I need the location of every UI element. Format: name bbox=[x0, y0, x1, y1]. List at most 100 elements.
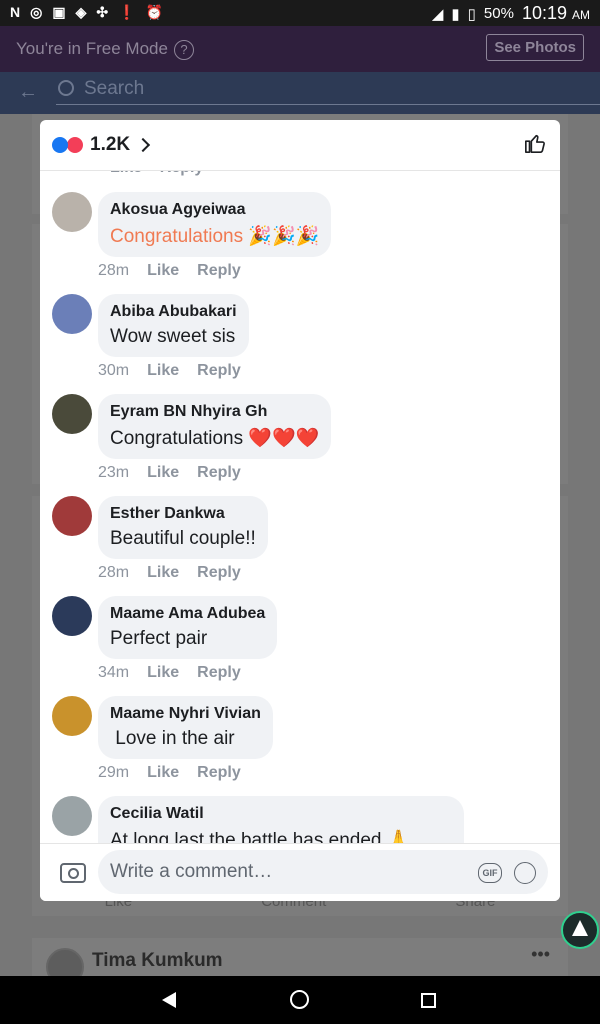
reaction-summary[interactable]: 1.2K bbox=[52, 134, 151, 156]
comment-meta: 23m Like Reply bbox=[98, 464, 241, 482]
app-n-icon: N bbox=[10, 4, 21, 20]
comment-author[interactable]: Maame Nyhri Vivian bbox=[110, 705, 261, 723]
avatar[interactable] bbox=[52, 496, 92, 536]
clock-time: 10:19 bbox=[521, 3, 567, 23]
nav-home-icon[interactable] bbox=[290, 990, 309, 1009]
love-reaction-icon bbox=[66, 136, 84, 154]
comment-time: 34m bbox=[98, 664, 130, 681]
sim-icon: ▮ bbox=[451, 5, 460, 23]
comment-bubble[interactable]: Maame Ama Adubea Perfect pair bbox=[98, 596, 278, 659]
more-options-icon[interactable]: ••• bbox=[531, 944, 550, 965]
gif-icon[interactable]: GIF bbox=[478, 863, 502, 883]
reply-link[interactable]: Reply bbox=[197, 464, 241, 482]
comment-bubble[interactable]: Akosua Agyeiwaa Congratulations 🎉🎉🎉 bbox=[98, 192, 332, 257]
comment-meta: 29m Like Reply bbox=[98, 764, 241, 782]
comment-meta: 28m Like Reply bbox=[98, 564, 241, 582]
help-icon[interactable]: ? bbox=[173, 40, 194, 60]
pinwheel-icon: ✣ bbox=[96, 4, 109, 20]
free-mode-label: You're in Free Mode bbox=[16, 39, 168, 58]
free-mode-banner: You're in Free Mode? See Photos bbox=[0, 26, 600, 72]
search-input[interactable]: Search bbox=[56, 78, 600, 105]
like-link[interactable]: Like bbox=[147, 664, 179, 682]
like-link[interactable]: Like bbox=[147, 764, 179, 782]
like-link[interactable]: Like bbox=[147, 362, 179, 380]
comment-time: 29m bbox=[98, 764, 130, 781]
avatar[interactable] bbox=[52, 394, 92, 434]
comment-text: Beautiful couple!! bbox=[110, 528, 256, 549]
alarm-icon: ⏰ bbox=[145, 4, 163, 20]
emoji-icon[interactable] bbox=[514, 862, 536, 884]
nav-back-icon[interactable] bbox=[162, 992, 176, 1008]
avatar[interactable] bbox=[52, 796, 92, 836]
comment-text: Perfect pair bbox=[110, 628, 208, 649]
like-reaction-icon bbox=[52, 137, 68, 153]
reply-link[interactable]: Reply bbox=[197, 564, 241, 582]
back-arrow-icon[interactable]: ← bbox=[18, 81, 38, 104]
comment-meta: 34m Like Reply bbox=[98, 664, 241, 682]
reply-link[interactable]: Reply bbox=[160, 171, 204, 176]
avatar[interactable] bbox=[52, 294, 92, 334]
comment-text: Love in the air bbox=[110, 728, 235, 749]
clock-ampm: AM bbox=[572, 8, 590, 22]
thumbs-up-icon[interactable] bbox=[524, 132, 546, 154]
search-bar: ← Search bbox=[0, 72, 600, 114]
avatar[interactable] bbox=[52, 696, 92, 736]
clock: 10:19 AM bbox=[522, 3, 590, 24]
next-post-author[interactable]: Tima Kumkum bbox=[92, 950, 223, 972]
battery-percent: 50% bbox=[483, 5, 514, 22]
comment-author[interactable]: Cecilia Watil bbox=[110, 805, 452, 823]
modal-header: 1.2K bbox=[40, 120, 560, 171]
comment-text: At long last the battle has ended 🙏 bbox=[110, 830, 411, 843]
comment-time: 28m bbox=[98, 564, 130, 581]
comment-text: Wow sweet sis bbox=[110, 326, 236, 347]
chevron-right-icon bbox=[136, 137, 151, 153]
comment-placeholder: Write a comment… bbox=[110, 861, 273, 882]
like-link[interactable]: Like bbox=[147, 464, 179, 482]
comment-text: Congratulations ❤️❤️❤️ bbox=[110, 428, 320, 449]
like-link[interactable]: Like bbox=[147, 564, 179, 582]
signal-icon: ◢ bbox=[431, 5, 444, 23]
reaction-count: 1.2K bbox=[90, 134, 131, 155]
comment-meta: 30m Like Reply bbox=[98, 362, 241, 380]
free-mode-text: You're in Free Mode? bbox=[16, 39, 194, 60]
image-icon: ▣ bbox=[52, 4, 66, 20]
comment-author[interactable]: Abiba Abubakari bbox=[110, 303, 237, 321]
comment-bubble[interactable]: Eyram BN Nhyira Gh Congratulations ❤️❤️❤… bbox=[98, 394, 332, 459]
reply-link[interactable]: Reply bbox=[197, 664, 241, 682]
previous-comment-meta: Like Reply bbox=[110, 171, 203, 177]
reply-link[interactable]: Reply bbox=[197, 764, 241, 782]
status-bar: N ◎ ▣ ◈ ✣ ❗ ⏰ ◢ ▮ ▯ 50% 10:19 AM bbox=[0, 0, 600, 26]
comment-author[interactable]: Eyram BN Nhyira Gh bbox=[110, 403, 319, 421]
reply-link[interactable]: Reply bbox=[197, 362, 241, 380]
alert-icon: ❗ bbox=[118, 4, 136, 20]
like-link[interactable]: Like bbox=[110, 171, 142, 176]
next-post-header: Tima Kumkum ••• bbox=[32, 938, 568, 986]
comment-list[interactable]: Like Reply Akosua Agyeiwaa Congratulatio… bbox=[40, 171, 560, 843]
comment-time: 28m bbox=[98, 262, 130, 279]
comment-composer: Write a comment… GIF bbox=[40, 843, 560, 901]
comment-author[interactable]: Akosua Agyeiwaa bbox=[110, 201, 319, 219]
comment-input[interactable]: Write a comment… GIF bbox=[98, 850, 548, 894]
nav-recents-icon[interactable] bbox=[421, 993, 436, 1008]
comment-meta: 28m Like Reply bbox=[98, 262, 241, 280]
notification-icons: N ◎ ▣ ◈ ✣ ❗ ⏰ bbox=[10, 4, 163, 21]
android-nav-bar bbox=[0, 976, 600, 1024]
comment-bubble[interactable]: Cecilia Watil At long last the battle ha… bbox=[98, 796, 464, 843]
camera-icon[interactable] bbox=[60, 863, 86, 883]
like-link[interactable]: Like bbox=[147, 262, 179, 280]
battery-icon: ▯ bbox=[467, 5, 476, 23]
avatar[interactable] bbox=[52, 192, 92, 232]
floating-app-button[interactable] bbox=[561, 911, 599, 949]
see-photos-button[interactable]: See Photos bbox=[486, 34, 584, 61]
comment-bubble[interactable]: Maame Nyhri Vivian Love in the air bbox=[98, 696, 273, 759]
comment-author[interactable]: Maame Ama Adubea bbox=[110, 605, 265, 623]
comment-author[interactable]: Esther Dankwa bbox=[110, 505, 256, 523]
system-indicators: ◢ ▮ ▯ 50% 10:19 AM bbox=[432, 3, 590, 24]
comments-modal: 1.2K Like Reply Akosua Agyeiwaa Congratu… bbox=[40, 120, 560, 901]
comment-bubble[interactable]: Esther Dankwa Beautiful couple!! bbox=[98, 496, 268, 559]
comment-bubble[interactable]: Abiba Abubakari Wow sweet sis bbox=[98, 294, 249, 357]
whatsapp-icon: ◎ bbox=[30, 4, 43, 20]
messenger-icon: ◈ bbox=[75, 4, 87, 20]
avatar[interactable] bbox=[52, 596, 92, 636]
reply-link[interactable]: Reply bbox=[197, 262, 241, 280]
